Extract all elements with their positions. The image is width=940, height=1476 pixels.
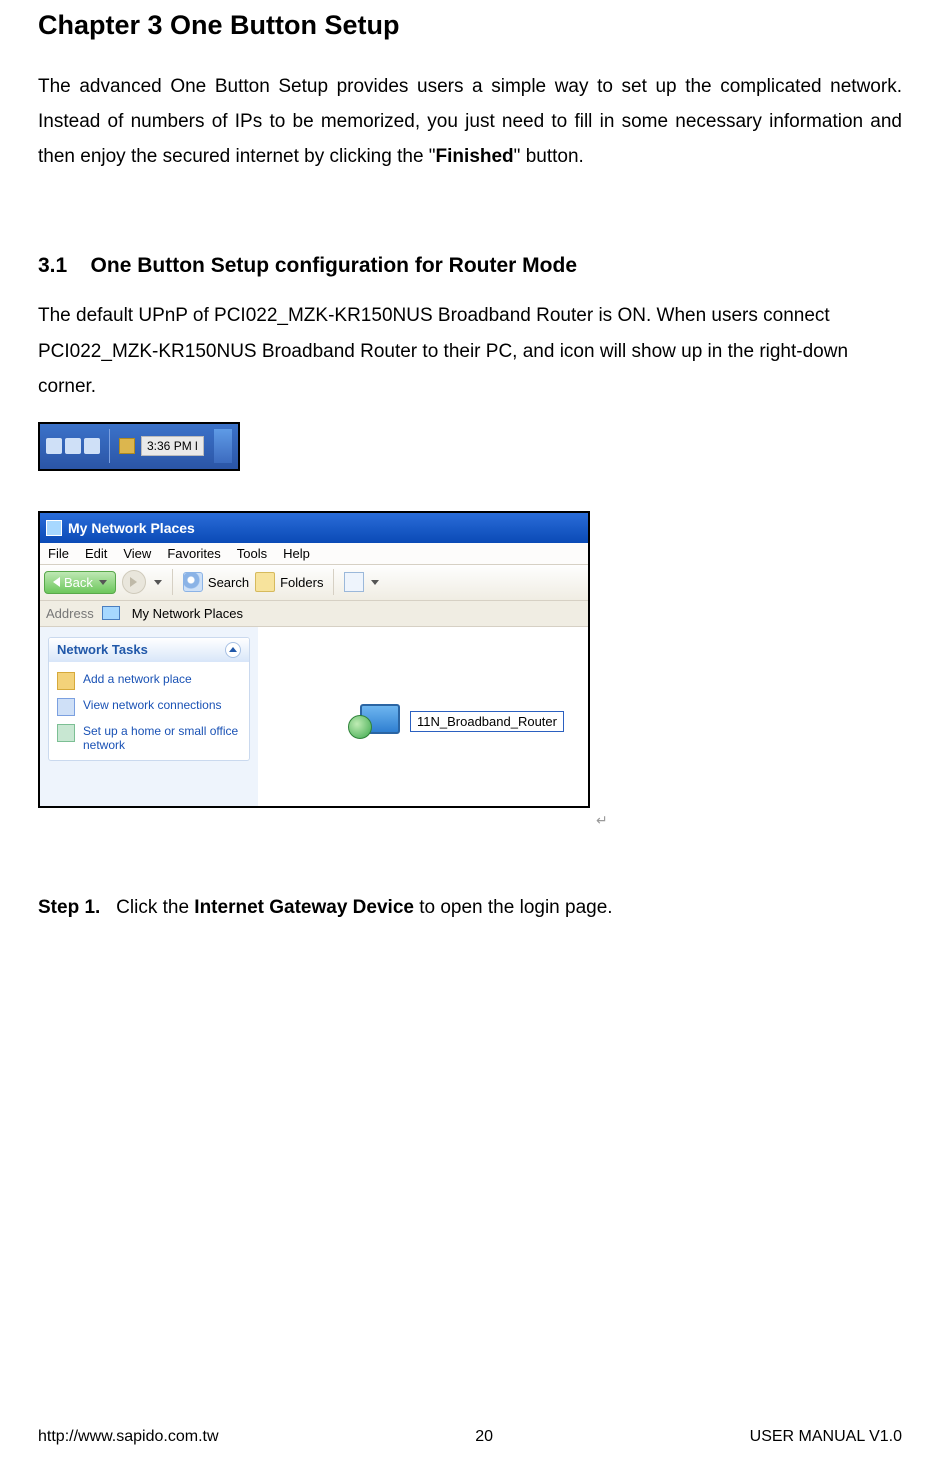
- tray-separator: [109, 429, 110, 463]
- intro-paragraph: The advanced One Button Setup provides u…: [38, 69, 902, 174]
- section-paragraph: The default UPnP of PCI022_MZK-KR150NUS …: [38, 298, 902, 403]
- footer-version: USER MANUAL V1.0: [750, 1428, 902, 1446]
- sidebar: Network Tasks Add a network place View n…: [40, 627, 258, 806]
- task-label: View network connections: [83, 698, 222, 712]
- task-add-network-place[interactable]: Add a network place: [55, 668, 243, 694]
- menu-help[interactable]: Help: [283, 546, 310, 561]
- panel-tasks: Add a network place View network connect…: [49, 662, 249, 760]
- menu-tools[interactable]: Tools: [237, 546, 267, 561]
- dropdown-icon: [99, 580, 107, 585]
- step-1: Step 1. Click the Internet Gateway Devic…: [38, 893, 902, 923]
- step-bold: Internet Gateway Device: [194, 897, 414, 918]
- my-network-places-window: My Network Places File Edit View Favorit…: [38, 511, 590, 808]
- section-title: 3.1 One Button Setup configuration for R…: [38, 254, 902, 278]
- panel-title: Network Tasks: [57, 642, 148, 657]
- back-arrow-icon: [53, 577, 60, 587]
- folder-icon: [255, 572, 275, 592]
- taskbar-time: 3:36 PM l: [141, 436, 204, 456]
- window-titlebar: My Network Places: [40, 513, 588, 543]
- tray-icon: [84, 438, 100, 454]
- address-bar: Address My Network Places: [40, 601, 588, 627]
- menu-favorites[interactable]: Favorites: [167, 546, 220, 561]
- tray-icon: [65, 438, 81, 454]
- clock-icon: [119, 438, 135, 454]
- toolbar-separator: [333, 569, 334, 595]
- content-pane: 11N_Broadband_Router: [258, 627, 588, 806]
- footer-url: http://www.sapido.com.tw: [38, 1428, 219, 1446]
- task-label: Set up a home or small office network: [83, 724, 241, 752]
- toolbar: Back Search Folders: [40, 565, 588, 601]
- intro-text-2: " button.: [514, 146, 584, 167]
- menu-bar: File Edit View Favorites Tools Help: [40, 543, 588, 565]
- tray-icon: [46, 438, 62, 454]
- folders-label: Folders: [280, 575, 323, 590]
- views-button[interactable]: [344, 572, 379, 592]
- add-place-icon: [57, 672, 75, 690]
- device-label: 11N_Broadband_Router: [410, 711, 564, 732]
- dropdown-icon: [371, 580, 379, 585]
- collapse-icon[interactable]: [225, 642, 241, 658]
- footer-page-number: 20: [475, 1428, 493, 1446]
- tray-icons: [46, 438, 100, 454]
- task-setup-home-network[interactable]: Set up a home or small office network: [55, 720, 243, 756]
- device-icon: [348, 701, 400, 743]
- dropdown-icon: [154, 580, 162, 585]
- menu-file[interactable]: File: [48, 546, 69, 561]
- network-tasks-panel: Network Tasks Add a network place View n…: [48, 637, 250, 761]
- folders-button[interactable]: Folders: [255, 572, 323, 592]
- views-icon: [344, 572, 364, 592]
- enter-mark: ↵: [596, 812, 902, 829]
- taskbar-screenshot: 3:36 PM l: [38, 422, 240, 471]
- section-heading: One Button Setup configuration for Route…: [91, 254, 577, 277]
- network-places-icon: [46, 520, 62, 536]
- view-connections-icon: [57, 698, 75, 716]
- intro-bold-finished: Finished: [436, 146, 514, 167]
- internet-gateway-device[interactable]: 11N_Broadband_Router: [348, 701, 564, 743]
- task-view-connections[interactable]: View network connections: [55, 694, 243, 720]
- window-title: My Network Places: [68, 520, 195, 536]
- search-icon: [183, 572, 203, 592]
- step-text-2: to open the login page.: [414, 897, 613, 918]
- page-footer: http://www.sapido.com.tw 20 USER MANUAL …: [38, 1428, 902, 1446]
- back-label: Back: [64, 575, 93, 590]
- address-label: Address: [46, 606, 94, 621]
- chapter-title: Chapter 3 One Button Setup: [38, 10, 902, 41]
- menu-view[interactable]: View: [123, 546, 151, 561]
- toolbar-separator: [172, 569, 173, 595]
- step-prefix: Step 1.: [38, 897, 100, 918]
- network-places-icon: [102, 606, 120, 620]
- home-network-icon: [57, 724, 75, 742]
- task-label: Add a network place: [83, 672, 192, 686]
- step-text-1: Click the: [116, 897, 194, 918]
- address-value[interactable]: My Network Places: [132, 606, 243, 621]
- search-label: Search: [208, 575, 249, 590]
- search-button[interactable]: Search: [183, 572, 249, 592]
- taskbar-edge: [214, 429, 232, 463]
- back-button[interactable]: Back: [44, 571, 116, 594]
- forward-button[interactable]: [122, 570, 146, 594]
- forward-arrow-icon: [130, 577, 137, 587]
- section-number: 3.1: [38, 254, 67, 277]
- panel-header[interactable]: Network Tasks: [49, 638, 249, 662]
- menu-edit[interactable]: Edit: [85, 546, 107, 561]
